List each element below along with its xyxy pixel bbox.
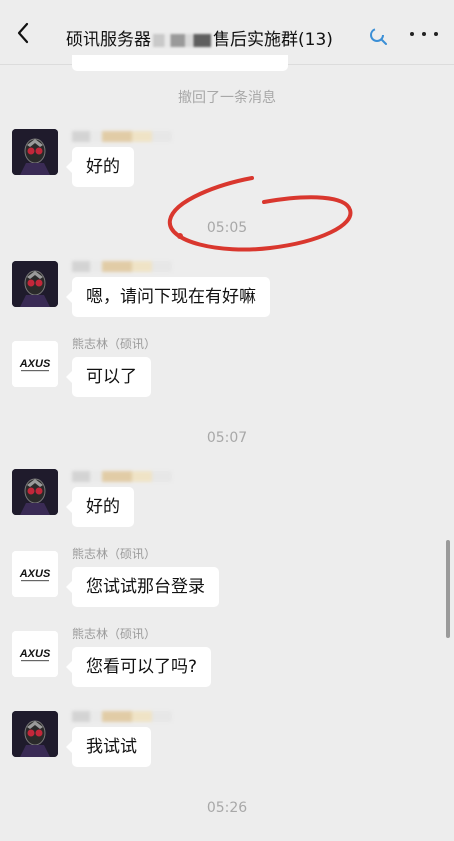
redacted-text bbox=[153, 33, 211, 47]
recalled-notice: 撤回了一条消息 bbox=[0, 87, 454, 107]
message-bubble[interactable]: 好的 bbox=[66, 487, 134, 527]
message-bubble[interactable]: 好的 bbox=[66, 147, 134, 187]
svg-text:AXUS: AXUS bbox=[19, 358, 51, 370]
message-text: 好的 bbox=[86, 157, 120, 177]
back-button[interactable] bbox=[12, 22, 34, 44]
sender-name-text: 熊志林（硕讯） bbox=[72, 627, 157, 641]
more-dot bbox=[410, 32, 414, 36]
chat-title-suffix: 售后实施群 bbox=[213, 30, 298, 50]
axus-logo-icon: AXUS bbox=[12, 551, 58, 597]
message-text: 我试试 bbox=[86, 737, 137, 757]
chat-title-prefix: 硕讯服务器 bbox=[66, 30, 151, 50]
avatar[interactable]: AXUS bbox=[12, 551, 58, 597]
timestamp-text: 05:05 bbox=[206, 220, 248, 236]
message-bubble[interactable]: 嗯，请问下现在有好嘛 bbox=[66, 277, 270, 317]
chat-area[interactable]: 撤回了一条消息 好的 05:05 嗯，请问下现在有好嘛 AXUS 熊志林（硕讯）… bbox=[0, 55, 454, 841]
message-text: 可以了 bbox=[86, 367, 137, 387]
sender-name: 熊志林（硕讯） bbox=[72, 545, 156, 562]
redacted-sender bbox=[72, 471, 172, 482]
sender-name-text: 熊志林（硕讯） bbox=[72, 547, 157, 561]
message-text: 好的 bbox=[86, 497, 120, 517]
more-button[interactable] bbox=[410, 24, 438, 44]
rider-avatar-icon bbox=[12, 711, 58, 757]
cropped-bubble bbox=[72, 55, 288, 71]
axus-logo-icon: AXUS bbox=[12, 631, 58, 677]
timestamp: 05:26 bbox=[0, 800, 454, 816]
chat-title: 硕讯服务器 售后实施群(13) bbox=[66, 25, 333, 50]
timestamp-text: 05:26 bbox=[206, 800, 248, 816]
avatar[interactable]: AXUS bbox=[12, 341, 58, 387]
rider-avatar-icon bbox=[12, 469, 58, 515]
redacted-sender bbox=[72, 261, 172, 272]
svg-text:AXUS: AXUS bbox=[19, 568, 51, 580]
axus-logo-icon: AXUS bbox=[12, 341, 58, 387]
more-dot bbox=[422, 32, 426, 36]
redacted-sender bbox=[72, 711, 172, 722]
message-bubble[interactable]: 可以了 bbox=[66, 357, 151, 397]
message-bubble[interactable]: 您试试那台登录 bbox=[66, 567, 219, 607]
sender-name: 熊志林（硕讯） bbox=[72, 625, 156, 642]
member-count: (13) bbox=[298, 30, 333, 50]
avatar[interactable] bbox=[12, 129, 58, 175]
timestamp: 05:05 bbox=[0, 220, 454, 236]
redacted-sender bbox=[72, 131, 172, 142]
chevron-left-icon bbox=[17, 22, 29, 44]
avatar[interactable] bbox=[12, 469, 58, 515]
message-text: 您看可以了吗? bbox=[86, 657, 198, 677]
avatar[interactable] bbox=[12, 261, 58, 307]
timestamp-text: 05:07 bbox=[206, 430, 248, 446]
recalled-notice-text: 撤回了一条消息 bbox=[178, 90, 276, 106]
rider-avatar-icon bbox=[12, 129, 58, 175]
svg-text:AXUS: AXUS bbox=[19, 648, 51, 660]
loading-icon bbox=[370, 28, 387, 45]
avatar[interactable] bbox=[12, 711, 58, 757]
message-text: 您试试那台登录 bbox=[86, 577, 205, 597]
avatar[interactable]: AXUS bbox=[12, 631, 58, 677]
rider-avatar-icon bbox=[12, 261, 58, 307]
timestamp: 05:07 bbox=[0, 430, 454, 446]
message-bubble[interactable]: 我试试 bbox=[66, 727, 151, 767]
more-dot bbox=[434, 32, 438, 36]
scrollbar-thumb[interactable] bbox=[446, 540, 450, 638]
sender-name-text: 熊志林（硕讯） bbox=[72, 337, 157, 351]
message-text: 嗯，请问下现在有好嘛 bbox=[86, 287, 256, 307]
message-bubble[interactable]: 您看可以了吗? bbox=[65, 647, 212, 687]
sender-name: 熊志林（硕讯） bbox=[72, 335, 156, 352]
